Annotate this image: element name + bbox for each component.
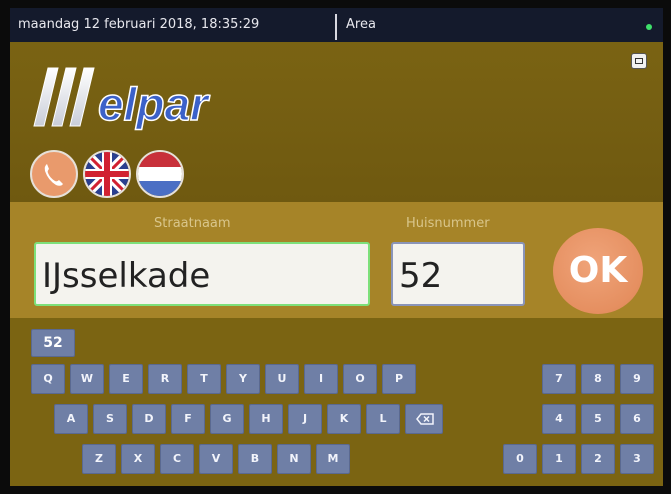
key-3[interactable]: 3 — [620, 444, 654, 474]
ok-button[interactable]: OK — [553, 228, 643, 314]
key-8[interactable]: 8 — [581, 364, 615, 394]
key-h[interactable]: H — [249, 404, 283, 434]
backspace-key[interactable] — [405, 404, 443, 434]
suggestion-chip[interactable]: 52 — [31, 329, 75, 357]
house-number-input[interactable]: 52 — [391, 242, 525, 306]
on-screen-keyboard: 52 Q W E R T Y U I O P A S D F G H J K L… — [10, 318, 663, 486]
key-1[interactable]: 1 — [542, 444, 576, 474]
status-divider — [335, 14, 337, 40]
key-f[interactable]: F — [171, 404, 205, 434]
phone-icon[interactable] — [30, 150, 78, 198]
key-x[interactable]: X — [121, 444, 155, 474]
status-bar: maandag 12 februari 2018, 18:35:29 Area — [10, 8, 663, 42]
street-input[interactable]: IJsselkade — [34, 242, 370, 306]
street-label: Straatnaam — [154, 216, 231, 231]
datetime-display: maandag 12 februari 2018, 18:35:29 — [18, 17, 260, 32]
key-4[interactable]: 4 — [542, 404, 576, 434]
backspace-icon — [416, 413, 434, 425]
key-t[interactable]: T — [187, 364, 221, 394]
key-6[interactable]: 6 — [620, 404, 654, 434]
key-g[interactable]: G — [210, 404, 244, 434]
logo-text: elpar — [98, 78, 210, 130]
key-a[interactable]: A — [54, 404, 88, 434]
key-l[interactable]: L — [366, 404, 400, 434]
area-label: Area — [346, 17, 376, 32]
key-y[interactable]: Y — [226, 364, 260, 394]
key-k[interactable]: K — [327, 404, 361, 434]
key-2[interactable]: 2 — [581, 444, 615, 474]
key-p[interactable]: P — [382, 364, 416, 394]
key-o[interactable]: O — [343, 364, 377, 394]
key-0[interactable]: 0 — [503, 444, 537, 474]
key-m[interactable]: M — [316, 444, 350, 474]
key-d[interactable]: D — [132, 404, 166, 434]
key-7[interactable]: 7 — [542, 364, 576, 394]
uk-flag-icon[interactable] — [83, 150, 131, 198]
key-e[interactable]: E — [109, 364, 143, 394]
nl-flag-icon[interactable] — [136, 150, 184, 198]
header: elpar — [10, 42, 663, 202]
key-w[interactable]: W — [70, 364, 104, 394]
key-u[interactable]: U — [265, 364, 299, 394]
key-i[interactable]: I — [304, 364, 338, 394]
key-j[interactable]: J — [288, 404, 322, 434]
key-b[interactable]: B — [238, 444, 272, 474]
key-n[interactable]: N — [277, 444, 311, 474]
key-v[interactable]: V — [199, 444, 233, 474]
key-z[interactable]: Z — [82, 444, 116, 474]
key-5[interactable]: 5 — [581, 404, 615, 434]
address-form: Straatnaam Huisnummer IJsselkade 52 OK — [10, 202, 663, 318]
key-c[interactable]: C — [160, 444, 194, 474]
house-number-label: Huisnummer — [406, 216, 490, 231]
exit-icon[interactable] — [632, 54, 646, 68]
key-q[interactable]: Q — [31, 364, 65, 394]
key-9[interactable]: 9 — [620, 364, 654, 394]
elpar-logo: elpar — [33, 67, 211, 131]
connection-status-dot — [646, 24, 652, 30]
key-r[interactable]: R — [148, 364, 182, 394]
kiosk-screen: maandag 12 februari 2018, 18:35:29 Area … — [10, 8, 663, 486]
key-s[interactable]: S — [93, 404, 127, 434]
